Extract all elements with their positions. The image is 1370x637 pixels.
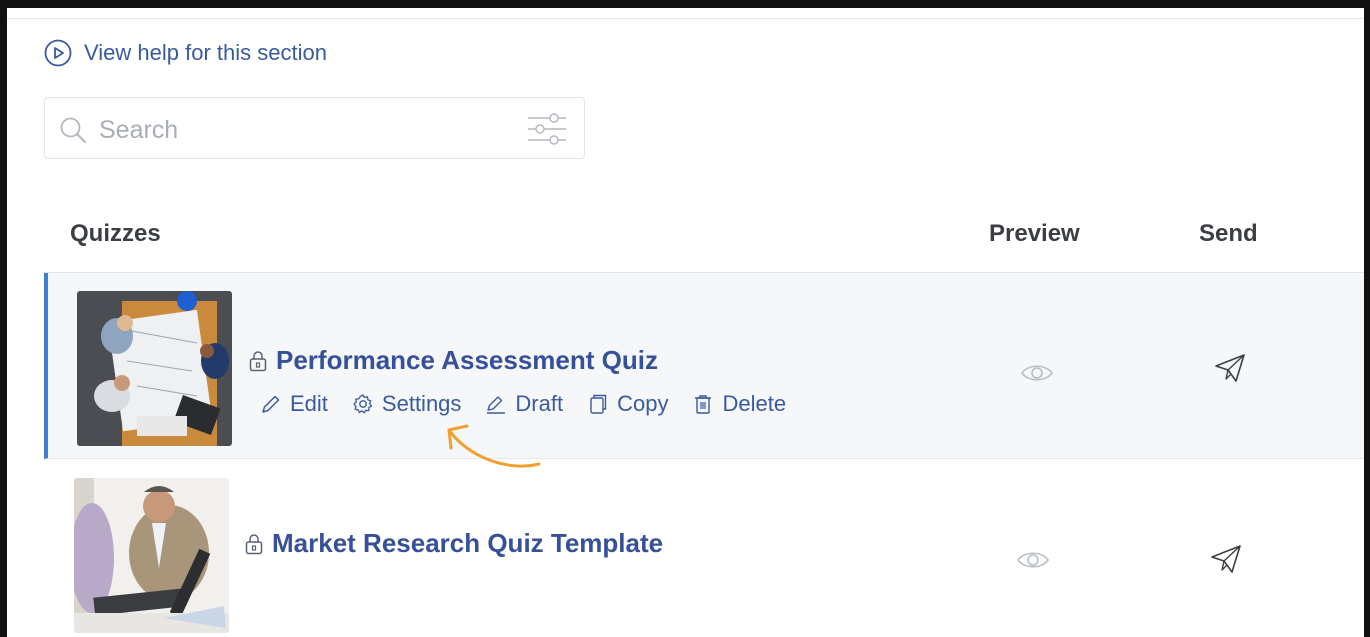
edit-label: Edit <box>290 391 328 416</box>
play-circle-icon <box>44 39 72 67</box>
column-header-quizzes: Quizzes <box>70 220 161 247</box>
copy-label: Copy <box>617 391 669 416</box>
copy-button[interactable]: Copy <box>587 391 668 417</box>
quiz-title-line: Performance Assessment Quiz <box>248 345 658 376</box>
lock-icon <box>245 533 263 554</box>
quiz-row: Market Research Quiz Template <box>44 460 1364 637</box>
quiz-thumbnail <box>77 291 232 446</box>
trash-icon <box>695 395 712 414</box>
paper-plane-icon[interactable] <box>1210 544 1242 574</box>
view-help-label: View help for this section <box>84 40 327 65</box>
eye-icon[interactable] <box>1016 548 1050 572</box>
gear-icon <box>353 394 373 414</box>
paper-plane-icon[interactable] <box>1214 353 1246 383</box>
quiz-row: Performance Assessment Quiz Edit Setting… <box>44 273 1364 459</box>
pencil-icon <box>262 395 280 413</box>
quiz-title-line: Market Research Quiz Template <box>244 528 663 559</box>
quiz-thumbnail <box>74 478 229 633</box>
delete-button[interactable]: Delete <box>692 391 786 417</box>
draft-label: Draft <box>515 391 564 416</box>
column-header-send: Send <box>1199 220 1258 247</box>
search-box <box>44 97 585 159</box>
lock-icon <box>249 350 267 371</box>
quiz-title[interactable]: Market Research Quiz Template <box>272 528 663 559</box>
view-help-link[interactable]: View help for this section <box>44 39 327 67</box>
app-window: View help for this section Quizzes Previ… <box>0 0 1370 637</box>
sliders-icon[interactable] <box>526 110 568 148</box>
copy-icon <box>590 394 607 414</box>
eye-icon[interactable] <box>1020 361 1054 385</box>
quiz-actions: Edit Settings Draft Copy Delete <box>260 391 810 417</box>
settings-label: Settings <box>381 391 462 416</box>
search-input[interactable] <box>97 110 501 150</box>
draft-button[interactable]: Draft <box>485 391 563 417</box>
column-header-preview: Preview <box>989 220 1080 247</box>
settings-button[interactable]: Settings <box>352 391 462 417</box>
delete-label: Delete <box>722 391 787 416</box>
top-divider <box>7 18 1364 19</box>
draft-pen-icon <box>487 396 506 414</box>
search-icon <box>60 117 86 143</box>
quiz-title[interactable]: Performance Assessment Quiz <box>276 345 658 376</box>
edit-button[interactable]: Edit <box>260 391 328 417</box>
annotation-arrow <box>447 424 541 468</box>
